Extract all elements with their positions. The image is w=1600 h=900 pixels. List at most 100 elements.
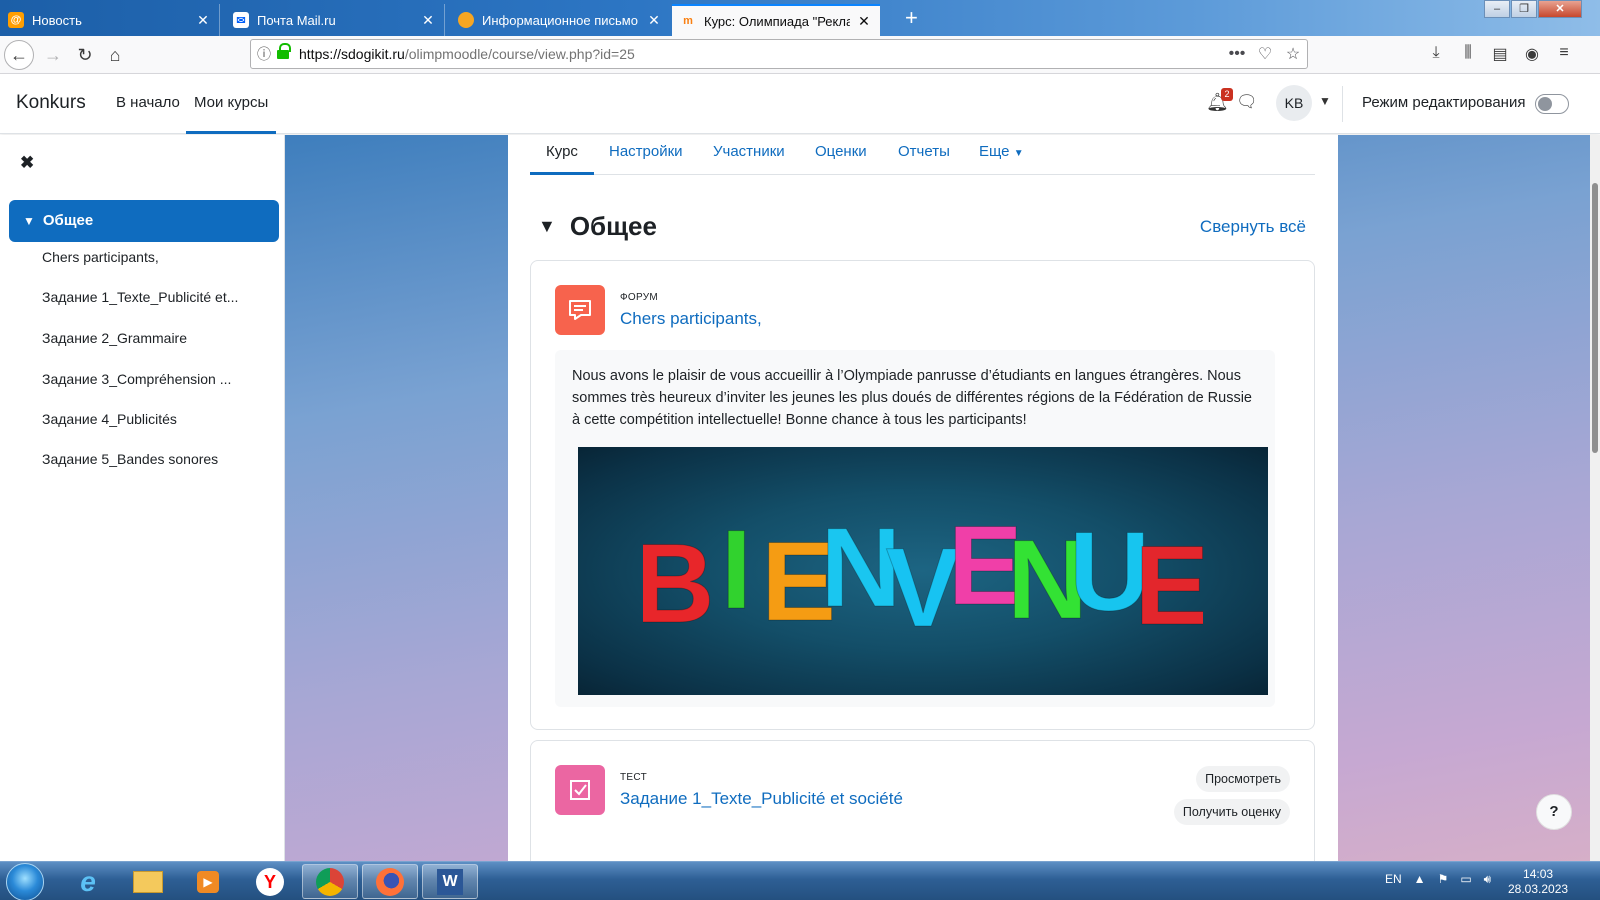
collapse-all-link[interactable]: Свернуть всё bbox=[1200, 217, 1306, 237]
taskbar-ie-icon[interactable]: e bbox=[60, 864, 116, 899]
activity-card-quiz: Тест Задание 1_Texte_Publicité et sociét… bbox=[530, 740, 1315, 861]
clock-time: 14:03 bbox=[1523, 867, 1554, 881]
pocket-icon[interactable]: ♡ bbox=[1251, 44, 1279, 64]
activity-name-link[interactable]: Chers participants, bbox=[620, 309, 762, 329]
taskbar-chrome-icon[interactable] bbox=[302, 864, 358, 899]
info-icon[interactable]: ⓘ bbox=[251, 44, 277, 64]
taskbar-word-icon[interactable]: W bbox=[422, 864, 478, 899]
browser-tab-mail[interactable]: ✉ Почта Mail.ru ✕ bbox=[225, 4, 445, 36]
back-icon[interactable]: ← bbox=[4, 40, 34, 70]
window-close-icon[interactable]: ✕ bbox=[1538, 0, 1582, 18]
activity-name-link[interactable]: Задание 1_Texte_Publicité et société bbox=[620, 789, 903, 809]
action-center-icon[interactable]: ⚑ bbox=[1438, 872, 1449, 887]
course-index-item[interactable]: Задание 4_Publicités bbox=[42, 411, 254, 427]
browser-tab-strip: @ Новость ✕ ✉ Почта Mail.ru ✕ Информацио… bbox=[0, 0, 1600, 36]
browser-tab-news[interactable]: @ Новость ✕ bbox=[0, 4, 220, 36]
taskbar-firefox-icon[interactable] bbox=[362, 864, 418, 899]
bookmark-star-icon[interactable]: ☆ bbox=[1279, 44, 1307, 64]
browser-tab-course[interactable]: m Курс: Олимпиада "Реклама в ✕ bbox=[672, 4, 880, 36]
nav-home[interactable]: В начало bbox=[108, 74, 188, 134]
volume-icon[interactable]: 🔊︎ bbox=[1484, 872, 1492, 887]
chevron-down-icon[interactable]: ▼ bbox=[1319, 94, 1331, 108]
course-index-item[interactable]: Задание 3_Compréhension ... bbox=[42, 371, 254, 387]
language-indicator[interactable]: EN bbox=[1385, 872, 1402, 887]
cloud-icon bbox=[458, 12, 474, 28]
minimize-icon[interactable]: – bbox=[1484, 0, 1510, 18]
close-tab-icon[interactable]: ✕ bbox=[856, 13, 872, 30]
section-heading-title: Общее bbox=[569, 211, 657, 241]
header-divider bbox=[1342, 86, 1343, 122]
edit-mode-toggle[interactable] bbox=[1535, 94, 1569, 114]
tab-course[interactable]: Курс bbox=[530, 135, 594, 175]
maximize-icon[interactable]: ❐ bbox=[1511, 0, 1537, 18]
close-tab-icon[interactable]: ✕ bbox=[646, 12, 662, 29]
mail-at-icon: @ bbox=[8, 12, 24, 28]
browser-toolbar: ← → ↻ ⌂ ⓘ https://sdogikit.ru/olimpmoodl… bbox=[0, 36, 1600, 74]
windows-start-icon[interactable] bbox=[6, 863, 44, 900]
page-scrollbar[interactable] bbox=[1590, 135, 1600, 861]
close-drawer-icon[interactable]: ✖ bbox=[20, 153, 34, 173]
course-index-item[interactable]: Chers participants, bbox=[42, 249, 254, 265]
sidebar-icon[interactable]: ▤ bbox=[1484, 44, 1516, 64]
course-index-section-general[interactable]: ▼ Общее bbox=[9, 200, 279, 242]
taskbar-yandex-icon[interactable]: Y bbox=[242, 864, 298, 899]
checkbox-icon bbox=[570, 780, 590, 800]
chat-bubble-icon[interactable]: 🗨︎ bbox=[1236, 92, 1258, 112]
activity-type-label: Форум bbox=[620, 292, 659, 303]
url-text[interactable]: https://sdogikit.ru/olimpmoodle/course/v… bbox=[299, 46, 1223, 62]
tab-more-label: Еще bbox=[979, 143, 1010, 160]
banner-letter: I bbox=[721, 507, 752, 632]
activity-description: Nous avons le plaisir de vous accueillir… bbox=[555, 350, 1275, 707]
avatar[interactable]: KB bbox=[1276, 85, 1312, 121]
course-secondary-nav: Курс Настройки Участники Оценки Отчеты Е… bbox=[530, 135, 1315, 175]
mail-envelope-icon: ✉ bbox=[233, 12, 249, 28]
course-index-item[interactable]: Задание 5_Bandes sonores bbox=[42, 451, 254, 467]
banner-lettering: B I ENVENUE bbox=[643, 506, 1203, 636]
home-icon[interactable]: ⌂ bbox=[100, 40, 130, 70]
activity-card-forum: Форум Chers participants, Nous avons le … bbox=[530, 260, 1315, 730]
help-button[interactable]: ? bbox=[1536, 794, 1572, 830]
tab-more[interactable]: Еще ▼ bbox=[963, 135, 1040, 175]
close-tab-icon[interactable]: ✕ bbox=[420, 12, 436, 29]
quiz-icon bbox=[555, 765, 605, 815]
tab-reports[interactable]: Отчеты bbox=[882, 135, 966, 175]
banner-letter: B bbox=[643, 521, 715, 636]
tab-participants[interactable]: Участники bbox=[697, 135, 801, 175]
toolbar-right-icons: ⤓ ⫼ ▤ ◉ ≡ bbox=[1420, 44, 1580, 64]
course-content: Курс Настройки Участники Оценки Отчеты Е… bbox=[508, 135, 1338, 861]
taskbar-explorer-icon[interactable] bbox=[120, 864, 176, 899]
library-icon[interactable]: ⫼ bbox=[1452, 44, 1484, 64]
tab-settings[interactable]: Настройки bbox=[593, 135, 699, 175]
course-index-item[interactable]: Задание 1_Texte_Publicité et... bbox=[42, 289, 254, 305]
page-actions-icon[interactable]: ••• bbox=[1223, 45, 1251, 63]
close-tab-icon[interactable]: ✕ bbox=[195, 12, 211, 29]
taskbar-clock[interactable]: 14:03 28.03.2023 bbox=[1508, 867, 1568, 897]
account-icon[interactable]: ◉ bbox=[1516, 44, 1548, 64]
tab-grades[interactable]: Оценки bbox=[799, 135, 883, 175]
tab-title: Почта Mail.ru bbox=[257, 12, 336, 28]
new-tab-icon[interactable]: + bbox=[905, 6, 918, 30]
nav-my-courses[interactable]: Мои курсы bbox=[186, 74, 277, 134]
activity-description-text: Nous avons le plaisir de vous accueillir… bbox=[572, 368, 1252, 428]
chevron-down-icon: ▼ bbox=[23, 214, 35, 228]
site-brand[interactable]: Konkurs bbox=[16, 92, 86, 114]
section-heading[interactable]: ▼ Общее bbox=[538, 211, 657, 242]
menu-icon[interactable]: ≡ bbox=[1548, 44, 1580, 64]
lock-icon bbox=[277, 43, 291, 60]
os-taskbar: e ▶ Y W EN ▲ ⚑ ▭ 🔊︎ 14:03 28.03.2023 bbox=[0, 861, 1600, 900]
course-index-item[interactable]: Задание 2_Grammaire bbox=[42, 330, 254, 346]
banner-letter: E bbox=[1135, 523, 1203, 636]
taskbar-media-player-icon[interactable]: ▶ bbox=[180, 864, 236, 899]
window-controls: – ❐ ✕ bbox=[1483, 0, 1582, 18]
browser-tab-info-letter[interactable]: Информационное письмо Во ✕ bbox=[450, 4, 670, 36]
network-icon[interactable]: ▭ bbox=[1460, 872, 1471, 887]
course-index-drawer: ✖ ▼ Общее Chers participants, Задание 1_T… bbox=[0, 135, 285, 861]
chevron-down-icon[interactable]: ▼ bbox=[538, 216, 556, 237]
forward-icon[interactable]: → bbox=[38, 40, 68, 70]
url-bar[interactable]: ⓘ https://sdogikit.ru/olimpmoodle/course… bbox=[250, 39, 1308, 69]
reload-icon[interactable]: ↻ bbox=[70, 40, 100, 70]
chevron-down-icon: ▼ bbox=[1013, 148, 1024, 159]
url-path: /olimpmoodle/course/view.php?id=25 bbox=[404, 46, 635, 62]
tray-expand-icon[interactable]: ▲ bbox=[1414, 872, 1426, 887]
download-icon[interactable]: ⤓ bbox=[1420, 44, 1452, 64]
